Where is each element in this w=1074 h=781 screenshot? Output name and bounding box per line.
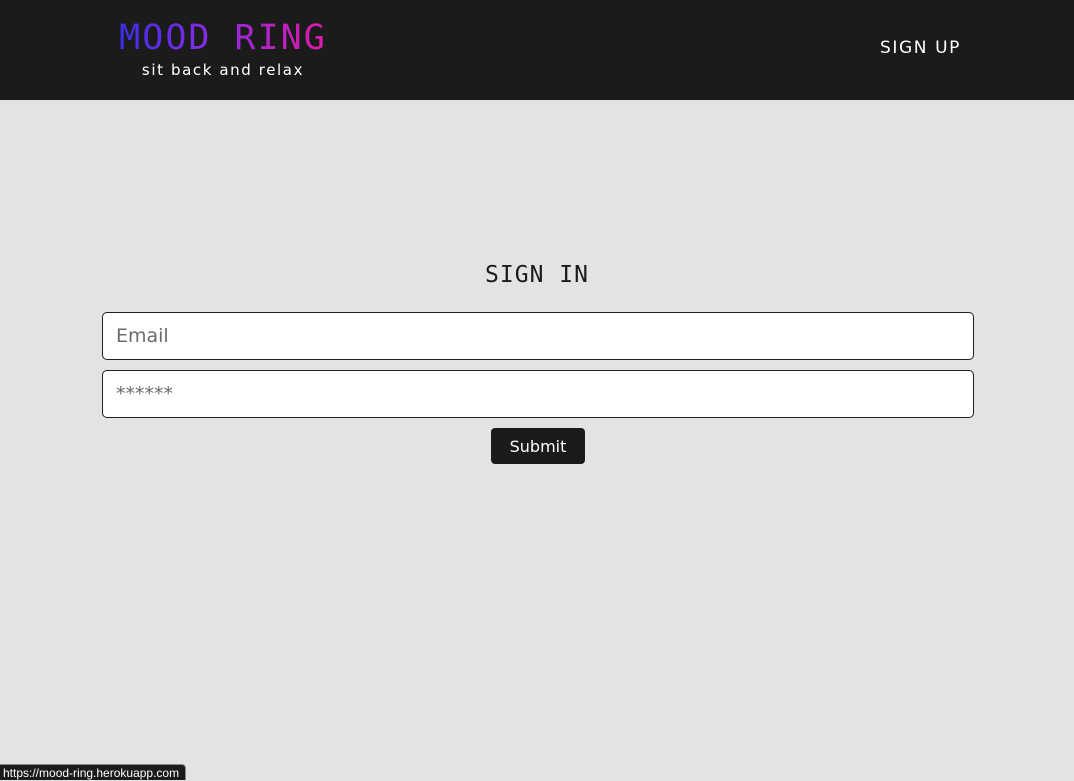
brand-logo[interactable]: MOOD RING sit back and relax — [118, 18, 328, 80]
email-field[interactable] — [102, 312, 974, 360]
brand-tagline: sit back and relax — [141, 61, 305, 79]
status-bar-url: https://mood-ring.herokuapp.com — [0, 764, 187, 780]
password-field[interactable] — [102, 370, 974, 418]
sign-up-link[interactable]: SIGN UP — [880, 38, 961, 58]
brand-title: MOOD RING — [119, 18, 327, 58]
submit-button[interactable]: Submit — [491, 428, 585, 464]
form-title: SIGN IN — [485, 262, 589, 288]
site-header: MOOD RING sit back and relax SIGN UP — [0, 0, 1074, 100]
